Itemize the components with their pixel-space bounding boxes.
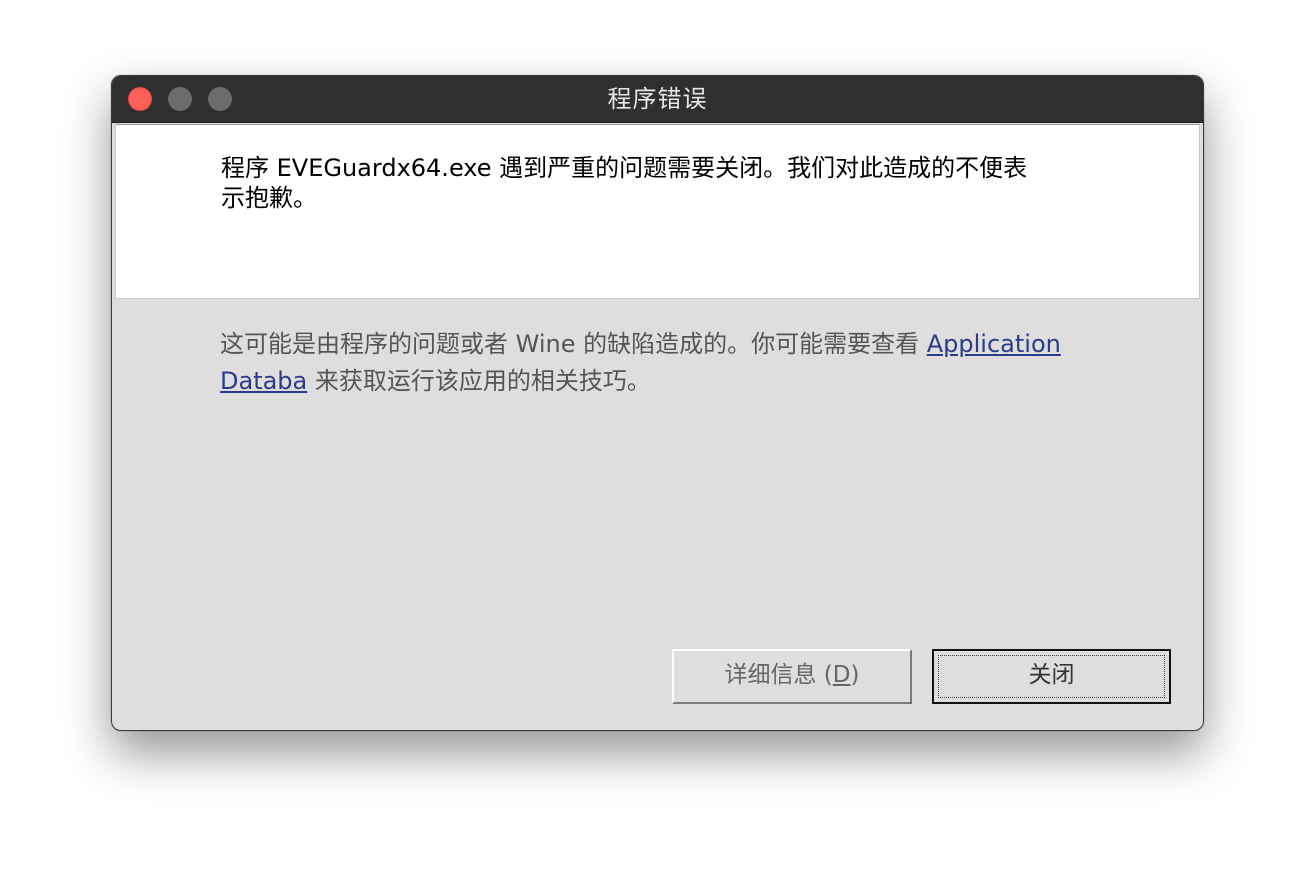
appdb-link-part2[interactable]: Databa xyxy=(220,367,307,395)
error-message-line2: 示抱歉。 xyxy=(221,184,317,212)
message-pane: 程序 EVEGuardx64.exe 遇到严重的问题需要关闭。我们对此造成的不便… xyxy=(115,124,1200,299)
window-title: 程序错误 xyxy=(607,85,708,113)
details-button-label: 详细信息 ( xyxy=(724,662,833,688)
error-dialog-window: 程序错误 程序 EVEGuardx64.exe 遇到严重的问题需要关闭。我们对此… xyxy=(111,75,1204,731)
close-button[interactable]: 关闭 xyxy=(932,649,1171,704)
details-button-mnemonic: D xyxy=(832,662,851,688)
error-message-line1: 程序 EVEGuardx64.exe 遇到严重的问题需要关闭。我们对此造成的不便… xyxy=(221,154,1028,182)
error-message: 程序 EVEGuardx64.exe 遇到严重的问题需要关闭。我们对此造成的不便… xyxy=(221,153,1121,213)
appdb-link-part1[interactable]: Application xyxy=(927,330,1061,358)
info-message: 这可能是由程序的问题或者 Wine 的缺陷造成的。你可能需要查看 Applica… xyxy=(220,326,1100,400)
title-bar[interactable]: 程序错误 xyxy=(112,76,1203,123)
info-prefix: 这可能是由程序的问题或者 Wine 的缺陷造成的。你可能需要查看 xyxy=(220,330,927,358)
info-suffix: 来获取运行该应用的相关技巧。 xyxy=(307,367,651,395)
details-button[interactable]: 详细信息 (D) xyxy=(672,649,912,704)
focus-ring xyxy=(938,655,1165,698)
details-button-paren: ) xyxy=(850,662,860,688)
